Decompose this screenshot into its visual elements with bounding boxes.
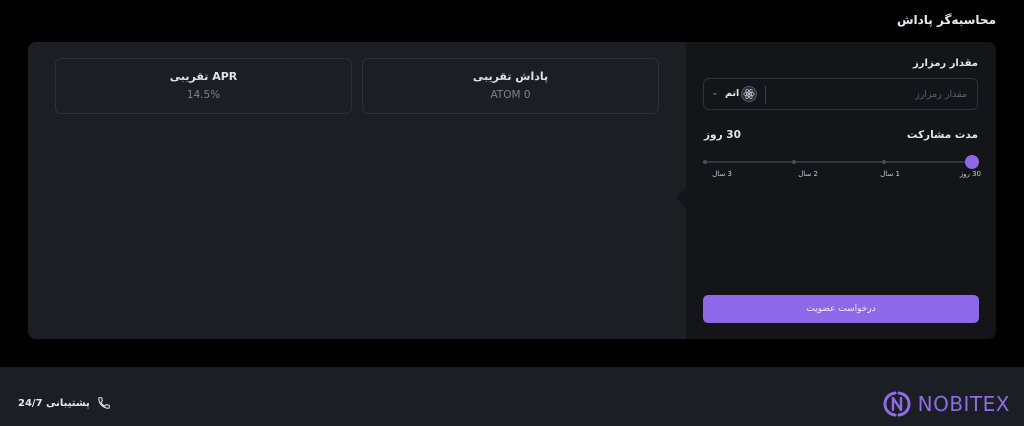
page-title: محاسبه‌گر پاداش (896, 13, 996, 27)
apr-stat-box: APR تقریبی 14.5% (55, 58, 352, 114)
amount-input[interactable] (765, 79, 977, 109)
reward-calculator-card: APR تقریبی 14.5% پاداش تقریبی ATOM 0 مقد… (28, 42, 996, 339)
panel-notch (676, 188, 686, 208)
amount-field: ⌄ اتم (703, 78, 978, 110)
field-divider (765, 86, 766, 104)
tick-label-30-days: 30 روز (959, 170, 981, 178)
slider-step-3-years[interactable] (703, 160, 707, 164)
slider-step-2-years[interactable] (792, 160, 796, 164)
results-panel: APR تقریبی 14.5% پاداش تقریبی ATOM 0 (28, 42, 686, 339)
amount-label: مقدار رمزارز (913, 58, 978, 69)
coin-name: اتم (725, 88, 740, 99)
apr-label: APR تقریبی (169, 70, 238, 83)
phone-icon (98, 397, 110, 409)
slider-step-1-year[interactable] (882, 160, 886, 164)
tick-label-2-years: 2 سال (798, 170, 818, 178)
input-panel: مقدار رمزارز ⌄ اتم مدت مشارکت 30 روز (686, 42, 996, 339)
logo-text: NOBITEX (917, 392, 1010, 416)
support-link[interactable]: پشتیبانی 24/7 (18, 396, 111, 410)
atom-icon (741, 86, 757, 102)
nobitex-logo-icon (883, 391, 911, 417)
tick-label-1-year: 1 سال (880, 170, 900, 178)
duration-value: 30 روز (704, 129, 741, 141)
slider-track (703, 161, 972, 163)
join-request-button[interactable]: درخواست عضویت (703, 295, 979, 323)
footer: پشتیبانی 24/7 NOBITEX (0, 367, 1024, 426)
nobitex-logo[interactable]: NOBITEX (882, 389, 1010, 419)
reward-value: ATOM 0 (490, 89, 531, 101)
support-text: پشتیبانی 24/7 (18, 397, 90, 409)
chevron-down-icon: ⌄ (711, 88, 719, 98)
slider-thumb[interactable] (965, 155, 979, 169)
tick-label-3-years: 3 سال (712, 170, 732, 178)
duration-label: مدت مشارکت (906, 129, 978, 141)
duration-slider[interactable] (703, 154, 979, 170)
reward-stat-box: پاداش تقریبی ATOM 0 (362, 58, 659, 114)
apr-value: 14.5% (186, 89, 221, 101)
reward-label: پاداش تقریبی (472, 70, 549, 83)
coin-select[interactable]: ⌄ اتم (704, 79, 765, 109)
